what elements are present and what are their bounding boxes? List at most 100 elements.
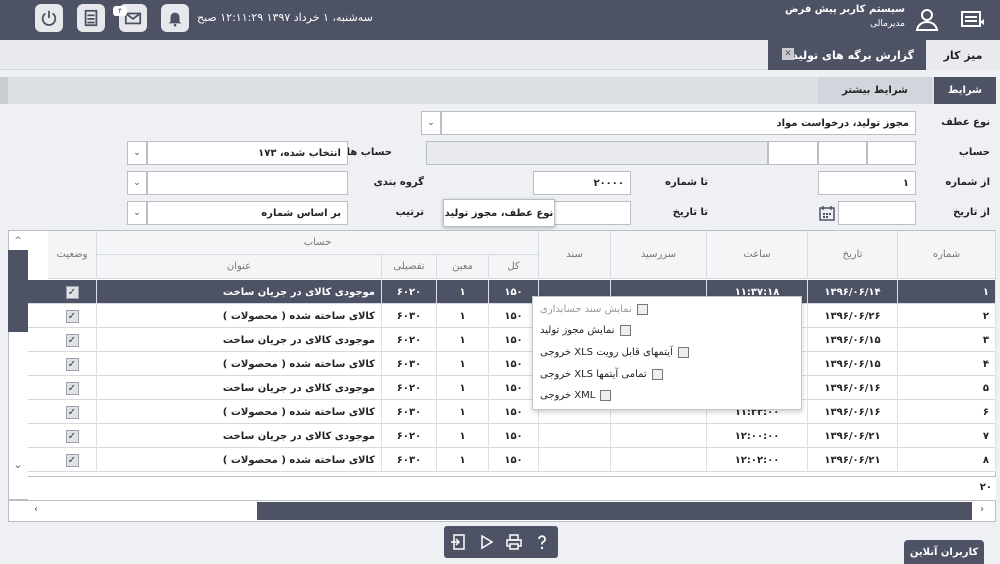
close-tab-icon[interactable]: ✕ <box>782 48 794 60</box>
export-button[interactable] <box>447 531 469 553</box>
from-date-label: از تاریخ <box>953 207 990 218</box>
from-date-field[interactable] <box>838 201 916 225</box>
calendar-button[interactable] <box>817 201 837 225</box>
menu-item-label: خروجی XML <box>540 390 596 401</box>
tab-desk[interactable]: میز کار <box>926 40 1000 70</box>
cell-status: ✓ <box>48 424 97 448</box>
status-checkbox[interactable]: ✓ <box>65 405 79 419</box>
run-button[interactable] <box>475 531 497 553</box>
vertical-scroll-thumb[interactable] <box>8 250 28 332</box>
header-number[interactable]: شماره <box>898 231 996 279</box>
header-total[interactable]: کل <box>489 255 539 279</box>
from-number-field[interactable]: ۱ <box>818 171 916 195</box>
grouping-field[interactable] <box>147 171 348 195</box>
horizontal-scroll-thumb[interactable] <box>257 502 972 520</box>
scroll-left-icon[interactable]: ‹ <box>34 504 38 515</box>
doc-type-label: نوع عطف <box>941 117 990 128</box>
help-button[interactable] <box>531 531 553 553</box>
cell-moein: ۱ <box>437 448 489 472</box>
scroll-right-icon[interactable]: › <box>980 504 984 515</box>
header-tafsili[interactable]: تفصیلی <box>382 255 437 279</box>
message-count-badge: ۴ <box>113 6 127 16</box>
status-checkbox[interactable]: ✓ <box>65 309 79 323</box>
header-moein[interactable]: معین <box>437 255 489 279</box>
header-status[interactable]: وضعیت <box>48 231 97 279</box>
accounts-label: حساب ها <box>346 147 392 158</box>
header-time[interactable]: ساعت <box>707 231 808 279</box>
doc-type-dropdown[interactable]: ⌄ <box>421 111 441 135</box>
accounts-field[interactable]: انتخاب شده، ۱۷۳ <box>147 141 348 165</box>
tab-more-conditions[interactable]: شرایط بیشتر <box>818 77 932 104</box>
to-date-label: تا تاریخ <box>672 207 708 218</box>
chevron-down-icon: ⌄ <box>133 208 141 218</box>
cell-due <box>611 424 707 448</box>
menu-icon <box>961 11 984 27</box>
menu-item-show-voucher[interactable]: نمایش سند حسابداری <box>540 299 990 320</box>
menu-item-export-visible-xls[interactable]: خروجی XLS آیتمهای قابل رویت <box>540 342 990 363</box>
account-field-3[interactable] <box>768 141 818 165</box>
user-avatar[interactable] <box>914 6 940 32</box>
cell-title: کالای ساخته شده ( محصولات ) <box>97 304 382 328</box>
power-button[interactable] <box>35 4 63 32</box>
scroll-up-icon[interactable]: ^ <box>8 236 28 248</box>
chevron-down-icon: ⌄ <box>427 118 435 128</box>
side-handle[interactable] <box>0 77 8 104</box>
account-field-1[interactable] <box>867 141 916 165</box>
cell-tafsili: ۶۰۳۰ <box>382 400 437 424</box>
cell-tafsili: ۶۰۳۰ <box>382 352 437 376</box>
status-checkbox[interactable]: ✓ <box>65 285 79 299</box>
table-row[interactable]: ۷ ۱۳۹۶/۰۶/۲۱ ۱۲:۰۰:۰۰ ۱۵۰ ۱ ۶۰۲۰ موجودی کالای … <box>28 424 996 448</box>
menu-item-label: نمایش مجوز تولید <box>540 325 615 336</box>
status-checkbox[interactable]: ✓ <box>65 453 79 467</box>
cell-num: ۷ <box>898 424 996 448</box>
sort-field[interactable]: بر اساس شماره <box>147 201 348 225</box>
cell-tafsili: ۶۰۳۰ <box>382 448 437 472</box>
calculator-icon <box>84 9 98 27</box>
calculator-button[interactable] <box>77 4 105 32</box>
header-voucher[interactable]: سند <box>539 231 611 279</box>
cell-tafsili: ۶۰۲۰ <box>382 328 437 352</box>
cell-moein: ۱ <box>437 376 489 400</box>
menu-item-label: خروجی XLS آیتمهای قابل رویت <box>540 347 673 358</box>
menu-item-show-permit[interactable]: نمایش مجوز تولید <box>540 320 990 341</box>
print-button[interactable] <box>503 531 525 553</box>
header-due[interactable]: سررسید <box>611 231 707 279</box>
status-checkbox[interactable]: ✓ <box>65 381 79 395</box>
to-date-field[interactable] <box>553 201 631 225</box>
printer-icon <box>506 534 522 550</box>
table-row[interactable]: ۸ ۱۳۹۶/۰۶/۲۱ ۱۲:۰۲:۰۰ ۱۵۰ ۱ ۶۰۳۰ کالای ساخته ش… <box>28 448 996 472</box>
to-number-field[interactable]: ۲۰۰۰۰ <box>533 171 631 195</box>
user-role: مدیرمالی <box>870 19 905 29</box>
menu-item-export-xml[interactable]: خروجی XML <box>540 385 990 406</box>
export-icon <box>451 534 465 550</box>
grouping-dropdown[interactable]: ⌄ <box>127 171 147 195</box>
cell-tafsili: ۶۰۲۰ <box>382 424 437 448</box>
xml-icon <box>600 390 612 401</box>
permit-icon <box>619 325 631 336</box>
status-checkbox[interactable]: ✓ <box>65 357 79 371</box>
sort-dropdown[interactable]: ⌄ <box>127 201 147 225</box>
tab-conditions[interactable]: شرایط <box>934 77 996 104</box>
header-date[interactable]: تاریخ <box>808 231 898 279</box>
cell-voucher <box>539 448 611 472</box>
status-checkbox[interactable]: ✓ <box>65 429 79 443</box>
account-field-2[interactable] <box>818 141 867 165</box>
cell-date: ۱۳۹۶/۰۶/۲۱ <box>808 448 898 472</box>
cell-time: ۱۲:۰۲:۰۰ <box>707 448 808 472</box>
status-checkbox[interactable]: ✓ <box>65 333 79 347</box>
account-name-field <box>426 141 768 165</box>
notifications-button[interactable] <box>161 4 189 32</box>
menu-item-label: خروجی XLS تمامی آیتمها <box>540 369 647 380</box>
online-users-button[interactable]: کاربران آنلاین <box>904 540 984 564</box>
cell-status: ✓ <box>48 328 97 352</box>
doc-type-field[interactable]: مجوز تولید، درخواست مواد <box>441 111 916 135</box>
cell-status: ✓ <box>48 448 97 472</box>
menu-toggle[interactable] <box>960 8 986 32</box>
accounts-dropdown[interactable]: ⌄ <box>127 141 147 165</box>
scroll-down-icon[interactable]: ⌄ <box>8 458 28 471</box>
menu-item-export-all-xls[interactable]: خروجی XLS تمامی آیتمها <box>540 364 990 385</box>
doc-type-tooltip: نوع عطف، مجوز تولید <box>443 199 555 227</box>
cell-num: ۸ <box>898 448 996 472</box>
cell-moein: ۱ <box>437 352 489 376</box>
header-title[interactable]: عنوان <box>97 255 382 279</box>
